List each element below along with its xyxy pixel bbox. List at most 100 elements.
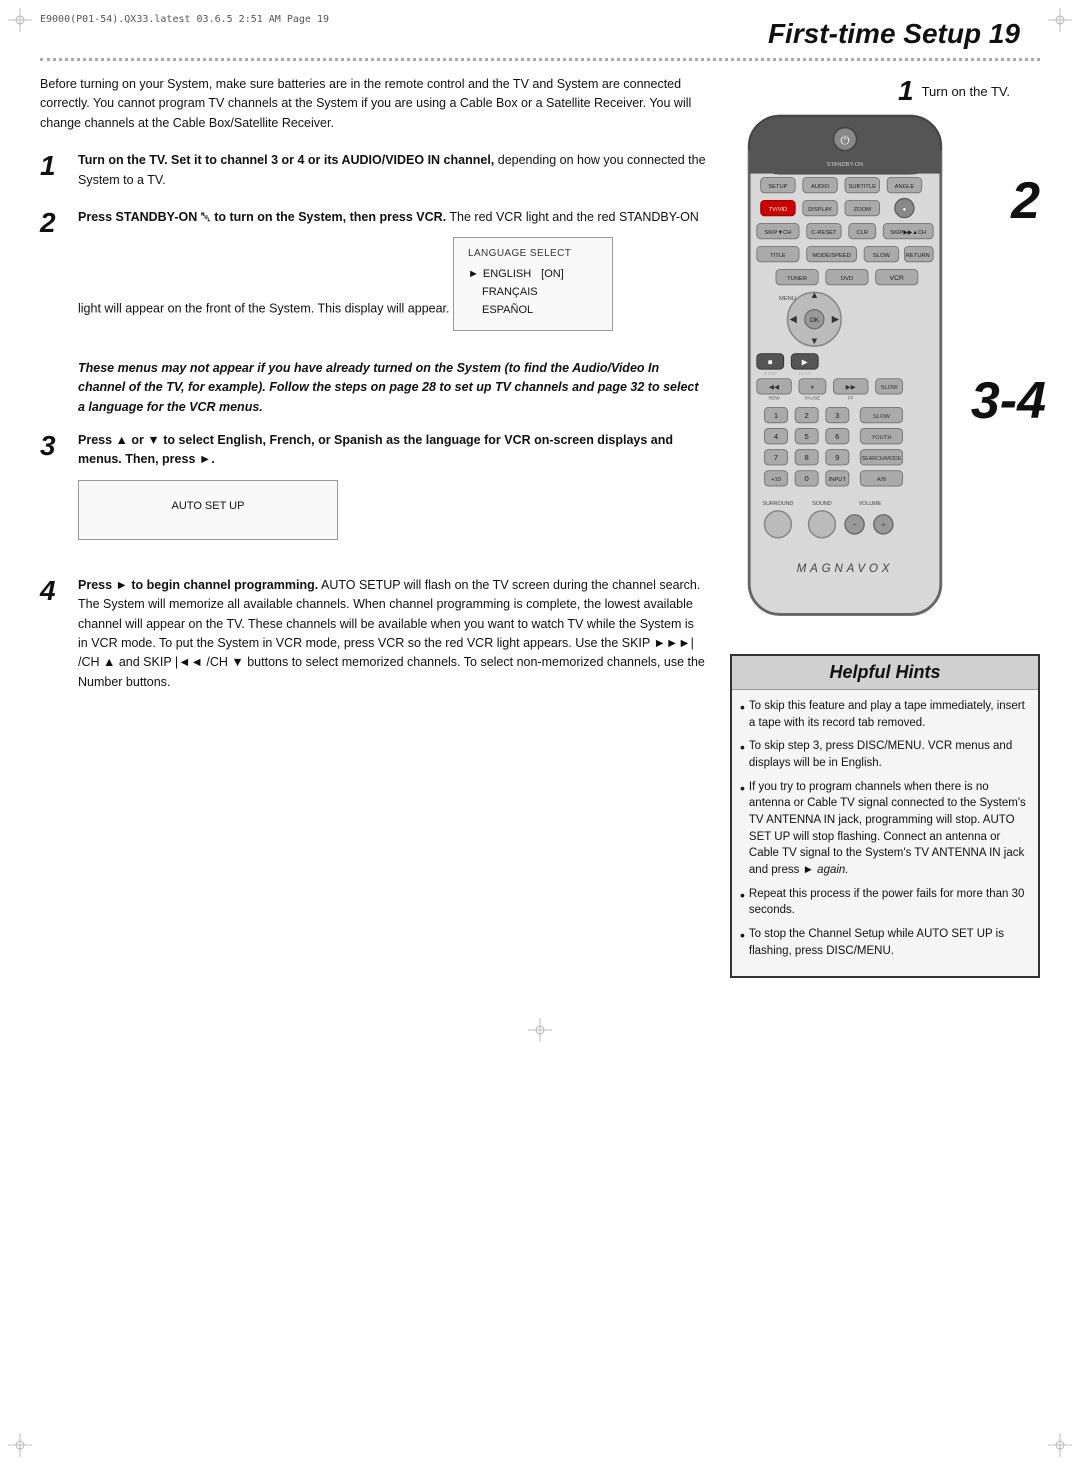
intro-paragraph: Before turning on your System, make sure… bbox=[40, 75, 706, 133]
hint-1-text: To skip this feature and play a tape imm… bbox=[749, 698, 1026, 731]
page-title: First-time Setup 19 bbox=[0, 0, 1080, 56]
svg-text:CLR: CLR bbox=[856, 230, 868, 236]
lang-espanol: ESPAÑOL bbox=[468, 302, 598, 319]
lang-english-label: ENGLISH bbox=[483, 266, 531, 283]
step-1-content: Turn on the TV. Set it to channel 3 or 4… bbox=[78, 151, 706, 190]
svg-text:●: ● bbox=[903, 207, 906, 213]
svg-text:MODE/SPEED: MODE/SPEED bbox=[812, 253, 850, 259]
lang-francais-label: FRANÇAIS bbox=[482, 284, 538, 301]
svg-text:A/B: A/B bbox=[877, 477, 886, 483]
svg-text:9: 9 bbox=[835, 453, 839, 462]
helpful-hints-box: Helpful Hints To skip this feature and p… bbox=[730, 654, 1040, 978]
svg-text:SEARCH/MODE: SEARCH/MODE bbox=[861, 456, 901, 462]
svg-text:0: 0 bbox=[805, 474, 809, 483]
svg-text:4: 4 bbox=[774, 432, 779, 441]
svg-text:OK: OK bbox=[809, 317, 819, 324]
svg-text:PAUSE: PAUSE bbox=[804, 396, 820, 402]
svg-text:REW: REW bbox=[769, 396, 781, 402]
svg-text:3: 3 bbox=[835, 411, 839, 420]
svg-text:■: ■ bbox=[768, 357, 773, 366]
hint-4: Repeat this process if the power fails f… bbox=[740, 886, 1026, 919]
hint-4-text: Repeat this process if the power fails f… bbox=[749, 886, 1026, 919]
svg-text:SOUND: SOUND bbox=[812, 501, 831, 507]
language-box-title: LANGUAGE SELECT bbox=[468, 246, 598, 262]
step-2: 2 Press STANDBY-ON ␀ to turn on the Syst… bbox=[40, 208, 706, 341]
step-2-number: 2 bbox=[40, 208, 68, 341]
svg-text:⏸: ⏸ bbox=[811, 384, 814, 391]
remote-overlay: 1 Turn on the TV. 2 3-4 ⏻ bbox=[730, 75, 1010, 634]
svg-text:SLOW: SLOW bbox=[873, 253, 891, 259]
svg-text:DISPLAY: DISPLAY bbox=[808, 207, 832, 213]
step-1-bold: Turn on the TV. Set it to channel 3 or 4… bbox=[78, 153, 494, 167]
svg-text:SKIP▶▶▲CH: SKIP▶▶▲CH bbox=[890, 230, 926, 236]
svg-text:▼: ▼ bbox=[810, 336, 819, 347]
svg-text:RETURN: RETURN bbox=[906, 253, 930, 259]
svg-text:STOP: STOP bbox=[764, 371, 777, 377]
step-3-content: Press ▲ or ▼ to select English, French, … bbox=[78, 431, 706, 558]
svg-text:SKIP▼CH: SKIP▼CH bbox=[764, 230, 791, 236]
step-4-bold: Press ► to begin channel programming. bbox=[78, 578, 318, 592]
svg-text:+10: +10 bbox=[771, 477, 781, 483]
helpful-hints-body: To skip this feature and play a tape imm… bbox=[732, 690, 1038, 976]
bottom-reg-marks bbox=[0, 1008, 1080, 1052]
step-2-content: Press STANDBY-ON ␀ to turn on the System… bbox=[78, 208, 706, 341]
step-right-2-num: 2 bbox=[1011, 171, 1040, 231]
svg-text:SUBTITLE: SUBTITLE bbox=[849, 184, 877, 190]
italic-note: These menus may not appear if you have a… bbox=[78, 359, 706, 417]
svg-text:C-RESET: C-RESET bbox=[811, 230, 837, 236]
svg-text:VOLUME: VOLUME bbox=[859, 501, 882, 507]
svg-text:▶: ▶ bbox=[832, 314, 840, 325]
svg-text:◀◀: ◀◀ bbox=[769, 384, 780, 391]
svg-text:ZOOM: ZOOM bbox=[854, 207, 871, 213]
lang-english: ► ENGLISH [ON] bbox=[468, 266, 598, 283]
svg-text:SURROUND: SURROUND bbox=[762, 501, 793, 507]
svg-text:▲: ▲ bbox=[810, 290, 819, 301]
doc-meta: E9000(P01-54).QX33.latest 03.6.5 2:51 AM… bbox=[40, 14, 329, 25]
svg-text:2: 2 bbox=[805, 411, 809, 420]
svg-text:1: 1 bbox=[774, 411, 778, 420]
svg-text:INPUT: INPUT bbox=[829, 477, 847, 483]
lang-arrow-english: ► bbox=[468, 266, 479, 283]
svg-text:PLAY: PLAY bbox=[799, 371, 812, 377]
lang-english-tag: [ON] bbox=[541, 266, 564, 283]
step-4-number: 4 bbox=[40, 576, 68, 692]
hint-5: To stop the Channel Setup while AUTO SET… bbox=[740, 926, 1026, 959]
step-4-content: Press ► to begin channel programming. AU… bbox=[78, 576, 706, 692]
hint-2-text: To skip step 3, press DISC/MENU. VCR men… bbox=[749, 738, 1026, 771]
step-4: 4 Press ► to begin channel programming. … bbox=[40, 576, 706, 692]
helpful-hints-title: Helpful Hints bbox=[732, 656, 1038, 690]
lang-francais: FRANÇAIS bbox=[468, 284, 598, 301]
hint-3: If you try to program channels when ther… bbox=[740, 779, 1026, 879]
autosetup-label: AUTO SET UP bbox=[172, 498, 245, 515]
svg-text:+: + bbox=[881, 520, 886, 529]
svg-text:SETUP: SETUP bbox=[768, 184, 787, 190]
step-right-1-label: Turn on the TV. bbox=[922, 84, 1010, 99]
svg-text:−: − bbox=[852, 520, 857, 529]
step-3-bold: Press ▲ or ▼ to select English, French, … bbox=[78, 433, 673, 466]
svg-text:TITLE: TITLE bbox=[770, 253, 786, 259]
svg-text:▶▶: ▶▶ bbox=[846, 384, 857, 391]
divider bbox=[40, 58, 1040, 61]
svg-text:ANGLE: ANGLE bbox=[895, 184, 915, 190]
step-right-34-num: 3-4 bbox=[971, 371, 1046, 431]
svg-text:TUNER: TUNER bbox=[787, 276, 807, 282]
hint-3-text: If you try to program channels when ther… bbox=[749, 779, 1026, 879]
svg-text:◀: ◀ bbox=[790, 314, 798, 325]
svg-text:DVD: DVD bbox=[841, 276, 853, 282]
hint-5-text: To stop the Channel Setup while AUTO SET… bbox=[749, 926, 1026, 959]
step-1-number: 1 bbox=[40, 151, 68, 190]
left-column: Before turning on your System, make sure… bbox=[40, 75, 706, 978]
step-right-1-num: 1 bbox=[898, 75, 914, 107]
hints-list: To skip this feature and play a tape imm… bbox=[740, 698, 1026, 959]
step-2-bold: Press STANDBY-ON ␀ to turn on the System… bbox=[78, 210, 446, 224]
remote-container: 2 3-4 ⏻ STANDBY-ON SETUP bbox=[730, 111, 1010, 634]
svg-text:FF: FF bbox=[848, 396, 854, 402]
step-3: 3 Press ▲ or ▼ to select English, French… bbox=[40, 431, 706, 558]
svg-text:SLOW: SLOW bbox=[873, 414, 891, 420]
svg-text:YOUTH: YOUTH bbox=[871, 435, 891, 441]
svg-text:8: 8 bbox=[805, 453, 809, 462]
svg-text:6: 6 bbox=[835, 432, 839, 441]
svg-text:VCR: VCR bbox=[890, 275, 904, 282]
hint-2: To skip step 3, press DISC/MENU. VCR men… bbox=[740, 738, 1026, 771]
svg-text:MENU: MENU bbox=[779, 296, 796, 302]
